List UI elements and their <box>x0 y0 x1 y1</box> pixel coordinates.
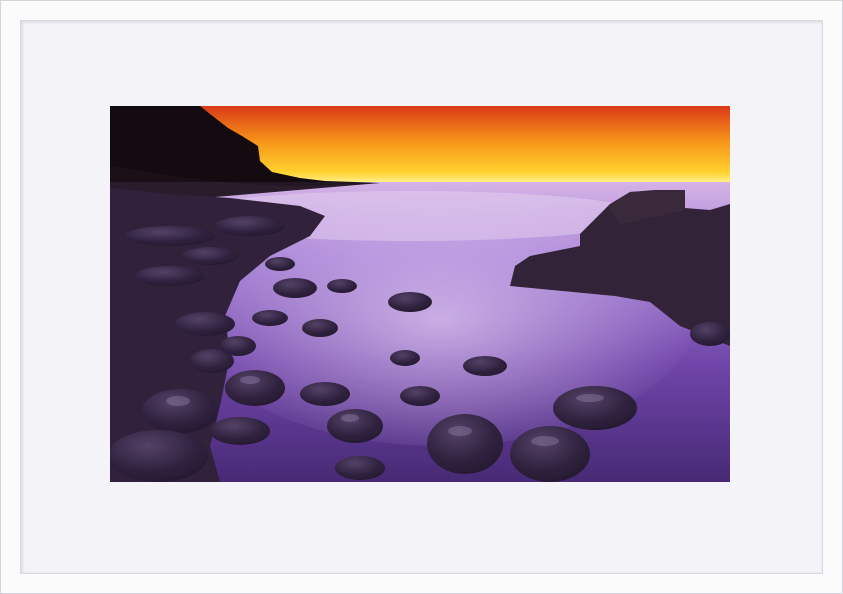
framed-photograph <box>110 106 730 482</box>
